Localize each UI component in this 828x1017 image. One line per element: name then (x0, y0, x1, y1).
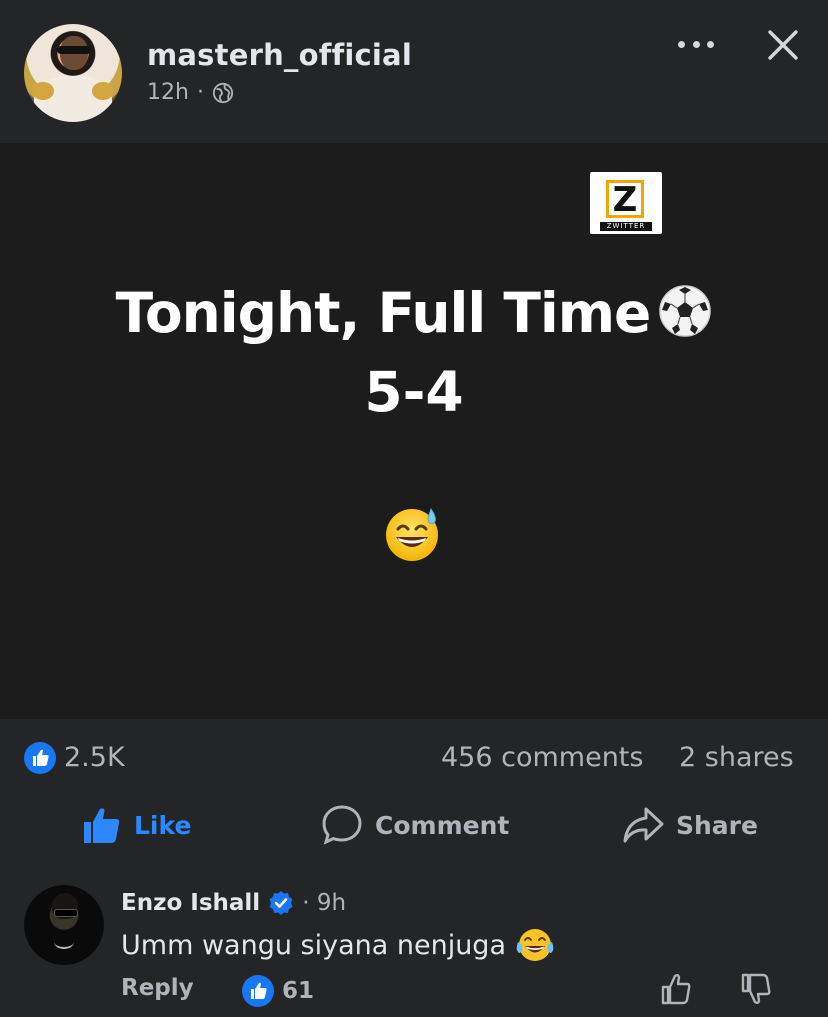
sweat-smile-emoji (386, 507, 438, 561)
post-header: masterh_official 12h · (0, 0, 828, 143)
laugh-emoji (516, 929, 554, 961)
close-icon[interactable] (766, 28, 800, 62)
post-content[interactable] (0, 143, 828, 719)
post-meta: 12h · (147, 80, 234, 105)
post-text-line-2: 5-4 (364, 360, 464, 424)
author-username[interactable]: masterh_official (147, 38, 412, 72)
soccer-ball-icon (659, 285, 712, 337)
author-avatar[interactable] (24, 24, 122, 122)
share-label: Share (676, 810, 758, 840)
commenter-name-row: Enzo Ishall · 9h (121, 890, 346, 916)
comment-button[interactable]: Comment (321, 800, 509, 850)
comment-thumbs-up-icon[interactable] (660, 972, 692, 1006)
comment-label: Comment (375, 810, 510, 840)
post-text-line-1: Tonight, Full Time (0, 281, 828, 345)
post-time[interactable]: 12h (147, 80, 189, 105)
comment-count[interactable]: 456 comments (441, 742, 643, 773)
comment-text-row: Umm wangu siyana nenjuga (121, 926, 554, 964)
commenter-name[interactable]: Enzo Ishall (121, 890, 260, 916)
more-options-icon[interactable] (678, 30, 714, 58)
verified-icon (269, 891, 293, 915)
share-icon (623, 807, 664, 843)
comment-thumbs-down-icon[interactable] (740, 972, 772, 1006)
comment-icon (322, 805, 362, 845)
zwitter-watermark-logo: Z ZWITTER (590, 172, 662, 234)
comment-reaction-count: 61 (282, 978, 315, 1004)
like-reaction-icon[interactable] (24, 742, 56, 774)
reply-button[interactable]: Reply (121, 975, 194, 1001)
share-button[interactable]: Share (622, 800, 758, 850)
share-count[interactable]: 2 shares (679, 742, 794, 773)
like-label: Like (134, 810, 192, 840)
comment-reactions[interactable]: 61 (242, 975, 314, 1007)
comment-text: Umm wangu siyana nenjuga (121, 929, 506, 961)
commenter-avatar[interactable] (24, 885, 104, 965)
comment-time: · 9h (302, 890, 347, 916)
meta-separator: · (196, 80, 204, 105)
like-count[interactable]: 2.5K (64, 742, 125, 773)
thumbs-up-icon (84, 808, 120, 843)
like-reaction-icon (242, 975, 274, 1007)
globe-icon (212, 82, 234, 103)
like-button[interactable]: Like (82, 800, 191, 850)
